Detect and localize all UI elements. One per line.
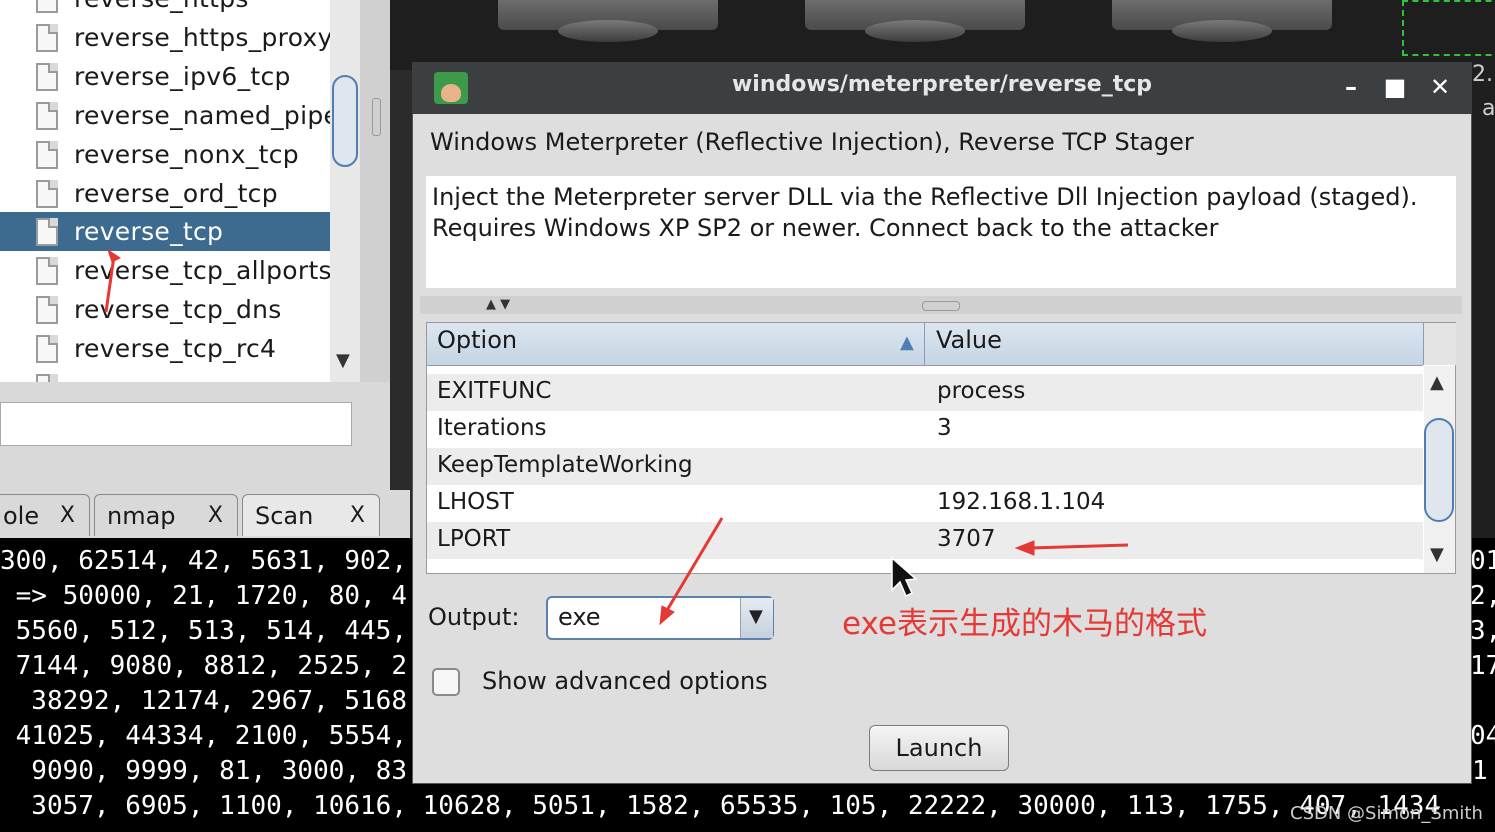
option-cell: EXITFUNC	[437, 378, 552, 404]
tab-close-icon[interactable]: X	[60, 503, 75, 528]
tab-close-icon[interactable]: X	[350, 503, 365, 528]
tree-item[interactable]: reverse_named_pipe	[0, 96, 339, 135]
column-header-value[interactable]: Value	[936, 326, 1002, 354]
console-line: 9090, 9999, 81, 3000, 83	[0, 756, 407, 786]
console-fragment: 1	[1472, 756, 1488, 786]
value-cell[interactable]: 192.168.1.104	[937, 489, 1105, 515]
scroll-up-arrow-icon[interactable]: ▲	[1430, 372, 1444, 393]
console-line: 41025, 44334, 2100, 5554,	[0, 721, 407, 751]
scroll-down-arrow-icon[interactable]: ▼	[1430, 544, 1444, 565]
search-input[interactable]	[0, 402, 352, 446]
output-label: Output:	[428, 603, 520, 631]
table-row[interactable]: EXITFUNC process	[427, 374, 1423, 411]
tab-nmap[interactable]: nmap X	[94, 494, 238, 536]
console-line: 38292, 12174, 2967, 5168	[0, 686, 407, 716]
divider-grip-icon[interactable]	[922, 301, 960, 311]
value-cell[interactable]: 3707	[937, 526, 996, 552]
file-icon	[36, 295, 58, 324]
table-row[interactable]: KeepTemplateWorking	[427, 448, 1423, 485]
monitor-stand-icon	[1172, 20, 1272, 42]
file-icon	[36, 140, 58, 169]
tab-scan[interactable]: Scan X	[242, 494, 380, 536]
console-line: 300, 62514, 42, 5631, 902,	[0, 546, 407, 576]
console-fragment: 2,	[1470, 581, 1495, 611]
tree-item[interactable]: reverse_https	[0, 0, 330, 18]
payload-tree: reverse_https reverse_https_proxy revers…	[0, 0, 360, 382]
console-fragment: 3,	[1470, 616, 1495, 646]
value-cell[interactable]: 3	[937, 415, 952, 441]
table-header	[427, 323, 1423, 366]
scroll-down-arrow-icon[interactable]: ▼	[336, 350, 350, 371]
console-fragment: 01	[1470, 546, 1495, 576]
console-line: => 50000, 21, 1720, 80, 4	[0, 581, 407, 611]
file-icon	[36, 217, 58, 246]
selection-box	[1402, 0, 1495, 56]
payload-name: Windows Meterpreter (Reflective Injectio…	[430, 128, 1194, 156]
annotation-text: exe表示生成的木马的格式	[842, 606, 1207, 642]
table-row[interactable]: LHOST 192.168.1.104	[427, 485, 1423, 522]
tree-item-selected[interactable]: reverse_tcp	[0, 212, 330, 251]
tree-item[interactable]: reverse_ipv6_tcp	[0, 57, 330, 96]
tree-item[interactable]	[0, 368, 330, 382]
tree-item[interactable]: reverse_ord_tcp	[0, 174, 330, 213]
output-format-value: exe	[558, 603, 601, 631]
option-cell: LHOST	[437, 489, 514, 515]
option-cell: KeepTemplateWorking	[437, 452, 693, 478]
column-header-option[interactable]: Option	[437, 326, 517, 354]
watermark: CSDN @Simon_Smith	[1290, 803, 1483, 824]
background-desktop	[390, 0, 1495, 70]
console-fragment: 04	[1470, 721, 1495, 751]
option-cell: LPORT	[437, 526, 511, 552]
chevron-down-icon[interactable]: ▼	[749, 606, 763, 627]
table-scrollbar-thumb[interactable]	[1424, 418, 1454, 522]
dialog-title: windows/meterpreter/reverse_tcp	[731, 72, 1153, 97]
table-corner	[1423, 323, 1456, 365]
file-icon	[36, 179, 58, 208]
show-advanced-checkbox[interactable]	[432, 668, 460, 696]
monitor-stand-icon	[558, 20, 658, 42]
tree-scrollbar[interactable]	[330, 0, 360, 382]
table-row[interactable]: LPORT 3707	[427, 522, 1423, 559]
background-window-edge: 2. a	[1472, 62, 1495, 538]
console-line: 3057, 6905, 1100, 10616, 10628, 5051, 15…	[0, 791, 1441, 821]
tab-close-icon[interactable]: X	[208, 503, 223, 528]
show-advanced-label[interactable]: Show advanced options	[482, 667, 768, 695]
close-icon[interactable]: ✕	[1425, 70, 1455, 104]
splitter-grip-icon[interactable]	[372, 98, 381, 136]
file-icon	[36, 256, 58, 285]
file-icon	[36, 0, 58, 13]
payload-description: Inject the Meterpreter server DLL via th…	[432, 183, 1418, 242]
option-cell: Iterations	[437, 415, 547, 441]
console-line: 5560, 512, 513, 514, 445,	[0, 616, 407, 646]
tab-console[interactable]: ole X	[0, 494, 90, 536]
divider-arrows-icon[interactable]: ▲ ▼	[486, 297, 510, 312]
file-icon	[36, 334, 58, 363]
tree-item[interactable]: reverse_tcp_allports	[0, 251, 332, 290]
tree-scrollbar-thumb[interactable]	[332, 75, 358, 167]
console-fragment: 17	[1470, 651, 1495, 681]
file-icon	[36, 101, 58, 130]
table-row[interactable]: Iterations 3	[427, 411, 1423, 448]
launch-button[interactable]: Launch	[869, 725, 1009, 771]
value-cell[interactable]: process	[937, 378, 1025, 404]
tree-item[interactable]: reverse_tcp_dns	[0, 290, 330, 329]
console-line: 7144, 9080, 8812, 2525, 2	[0, 651, 407, 681]
file-icon	[36, 23, 58, 52]
sort-ascending-icon[interactable]: ▲	[900, 332, 914, 353]
tree-item[interactable]: reverse_tcp_rc4	[0, 329, 330, 368]
monitor-stand-icon	[865, 20, 965, 42]
file-icon	[36, 373, 58, 382]
tree-item[interactable]: reverse_nonx_tcp	[0, 135, 330, 174]
maximize-icon[interactable]: ■	[1380, 70, 1410, 104]
tree-item[interactable]: reverse_https_proxy	[0, 18, 332, 57]
minimize-icon[interactable]: –	[1336, 70, 1366, 104]
file-icon	[36, 62, 58, 91]
column-separator[interactable]	[924, 323, 925, 365]
